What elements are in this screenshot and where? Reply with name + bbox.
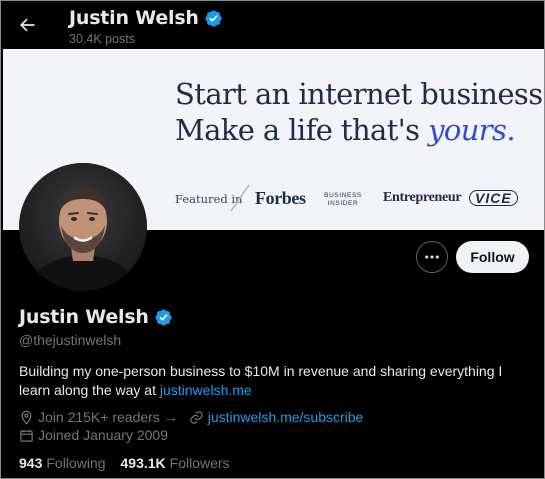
joined-item: Joined January 2009 [19,427,168,443]
forbes-logo: Forbes [255,188,306,208]
followers-stat[interactable]: 493.1K Followers [121,455,230,471]
featured-divider [230,184,250,212]
more-options-icon [425,255,439,259]
entrepreneur-logo: Entrepreneur [383,190,462,205]
back-button[interactable] [9,7,45,43]
business-insider-logo: BUSINESS INSIDER [321,192,365,208]
business-insider-logo-line2: INSIDER [327,200,359,207]
followers-label: Followers [169,455,230,471]
followers-count: 493.1K [120,455,166,471]
location-text: Join 215K+ readers → [38,409,178,425]
more-options-button[interactable] [416,241,448,273]
following-count: 943 [19,455,43,471]
banner-headline-1: Start an internet business. [175,77,544,111]
header-title: Justin Welsh [69,7,223,29]
profile-name-text: Justin Welsh [19,306,149,328]
avatar[interactable] [19,163,147,291]
back-arrow-icon [20,18,35,32]
following-stat[interactable]: 943 Following [19,455,106,471]
business-insider-logo-line1: BUSINESS [324,192,362,199]
avatar-photo [19,163,147,291]
joined-row: Joined January 2009 [19,427,168,443]
verified-badge-icon [205,9,222,27]
banner-headline-accent: yours. [428,113,515,147]
following-label: Following [46,455,106,471]
banner-headline-2-prefix: Make a life that's [175,113,429,147]
profile-bio: Building my one-person business to $10M … [19,362,519,400]
website-item[interactable]: justinwelsh.me/subscribe [189,409,364,425]
post-count: 30.4K posts [69,32,136,46]
vice-logo: VICE [469,190,518,206]
banner-headline-2: Make a life that's yours. [175,113,516,147]
website-link[interactable]: justinwelsh.me/subscribe [208,409,364,425]
bio-link[interactable]: justinwelsh.me [160,382,252,398]
joined-text: Joined January 2009 [38,427,168,443]
profile-name: Justin Welsh [19,306,173,328]
bio-text: Building my one-person business to $10M … [19,363,503,398]
profile-handle: @thejustinwelsh [19,332,122,348]
verified-badge-icon[interactable] [154,308,173,327]
link-icon [190,410,203,424]
profile-page: Justin Welsh 30.4K posts Start an intern… [0,0,545,479]
location-icon [21,410,32,425]
follow-stats: 943 Following 493.1K Followers [19,455,230,471]
location-item: Join 215K+ readers → [19,409,178,425]
profile-meta-row: Join 215K+ readers → justinwelsh.me/subs… [19,409,363,425]
follow-button[interactable]: Follow [456,241,529,273]
header-name-text: Justin Welsh [69,7,199,29]
calendar-icon [20,429,33,442]
